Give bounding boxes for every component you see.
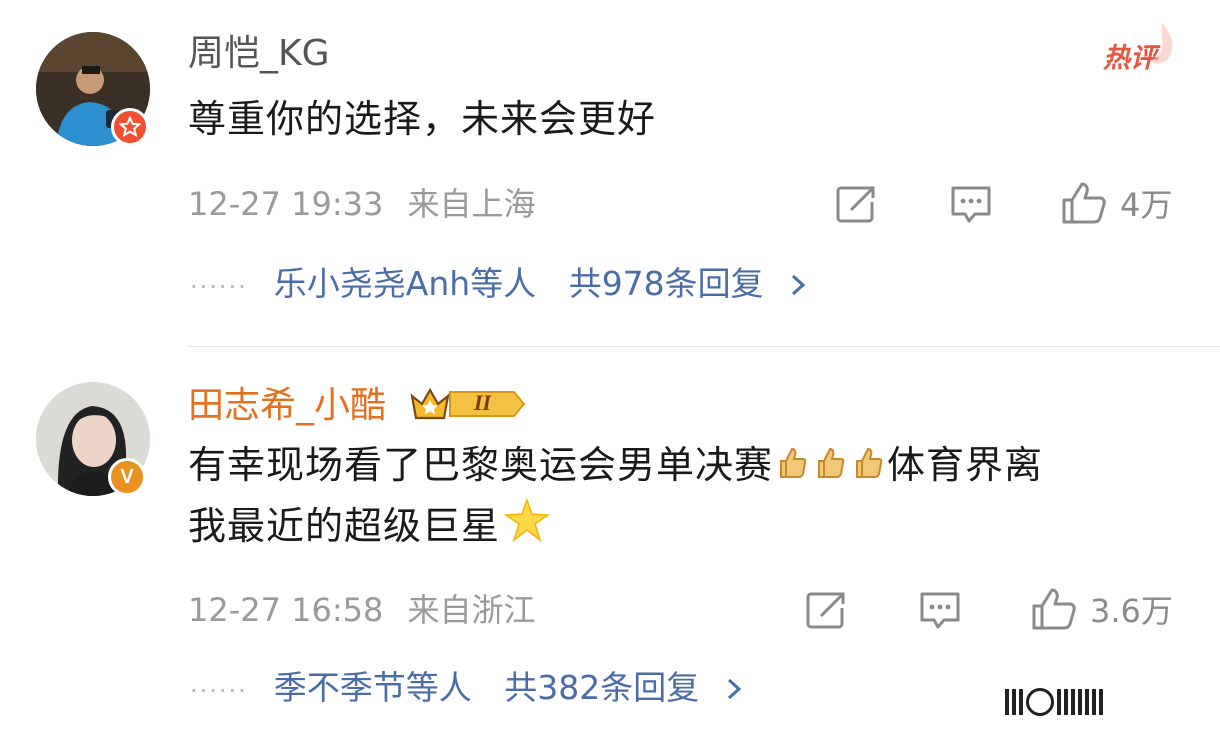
thumbs-up-emoji bbox=[851, 439, 885, 497]
watermark bbox=[1005, 687, 1205, 717]
thumbs-up-emoji bbox=[775, 439, 809, 497]
comment-item: V 田志希_小酷 II 有幸现场看了巴黎奥运会男单决赛 体育界离 我最近的超级巨… bbox=[0, 350, 1220, 739]
dots-icon: ······ bbox=[190, 273, 248, 301]
star-badge-icon bbox=[111, 108, 149, 146]
thumbs-up-icon bbox=[1062, 182, 1106, 224]
repost-button[interactable] bbox=[835, 184, 879, 224]
replies-prefix: 季不季节等人 bbox=[273, 668, 472, 707]
comment-text-line: 体育界离 bbox=[887, 443, 1044, 487]
repost-button[interactable] bbox=[805, 590, 849, 630]
verified-v-icon: V bbox=[108, 458, 146, 496]
reply-button[interactable] bbox=[918, 590, 962, 632]
comment-icon bbox=[951, 186, 991, 223]
vip-level-badge: II bbox=[410, 384, 528, 424]
comment-meta: 12-27 16:58 来自浙江 bbox=[188, 590, 536, 630]
timestamp: 12-27 19:33 bbox=[188, 185, 384, 223]
comment-text-line: 有幸现场看了巴黎奥运会男单决赛 bbox=[188, 443, 774, 487]
reply-button[interactable] bbox=[949, 184, 993, 226]
comment-meta: 12-27 19:33 来自上海 bbox=[188, 184, 536, 224]
comment-icon bbox=[920, 592, 960, 629]
comment-item: 周恺_KG 热评 尊重你的选择，未来会更好 12-27 19:33 来自上海 4… bbox=[0, 0, 1220, 340]
share-icon bbox=[836, 186, 875, 223]
share-icon bbox=[806, 592, 845, 629]
timestamp: 12-27 16:58 bbox=[188, 591, 384, 629]
replies-count: 共382条回复 bbox=[504, 668, 700, 707]
like-button[interactable]: 4万 bbox=[1060, 180, 1172, 226]
star-emoji bbox=[502, 497, 552, 558]
comment-text-line: 我最近的超级巨星 bbox=[188, 503, 501, 548]
replies-link[interactable]: ······ 季不季节等人 共382条回复 bbox=[190, 668, 744, 711]
thumbs-up-emoji bbox=[813, 439, 847, 497]
replies-count: 共978条回复 bbox=[568, 264, 764, 303]
location: 来自浙江 bbox=[407, 591, 536, 629]
location: 来自上海 bbox=[407, 185, 536, 223]
like-count: 3.6万 bbox=[1090, 592, 1173, 630]
level-label: II bbox=[474, 390, 492, 415]
dots-icon: ······ bbox=[190, 677, 248, 705]
flame-icon bbox=[1150, 22, 1173, 64]
username[interactable]: 田志希_小酷 bbox=[188, 384, 386, 428]
comment-text: 尊重你的选择，未来会更好 bbox=[188, 97, 657, 141]
chevron-right-icon bbox=[792, 274, 806, 296]
chevron-right-icon bbox=[727, 678, 742, 700]
username[interactable]: 周恺_KG bbox=[188, 32, 330, 76]
crown-icon bbox=[410, 387, 526, 420]
thumbs-up-icon bbox=[1032, 588, 1076, 630]
like-button[interactable]: 3.6万 bbox=[1030, 586, 1173, 632]
replies-link[interactable]: ······ 乐小尧尧Anh等人 共978条回复 bbox=[190, 264, 808, 307]
like-count: 4万 bbox=[1120, 186, 1173, 224]
divider bbox=[188, 346, 1220, 347]
replies-prefix: 乐小尧尧Anh等人 bbox=[273, 264, 537, 303]
comment-text: 有幸现场看了巴黎奥运会男单决赛 体育界离 我最近的超级巨星 bbox=[188, 436, 1188, 558]
